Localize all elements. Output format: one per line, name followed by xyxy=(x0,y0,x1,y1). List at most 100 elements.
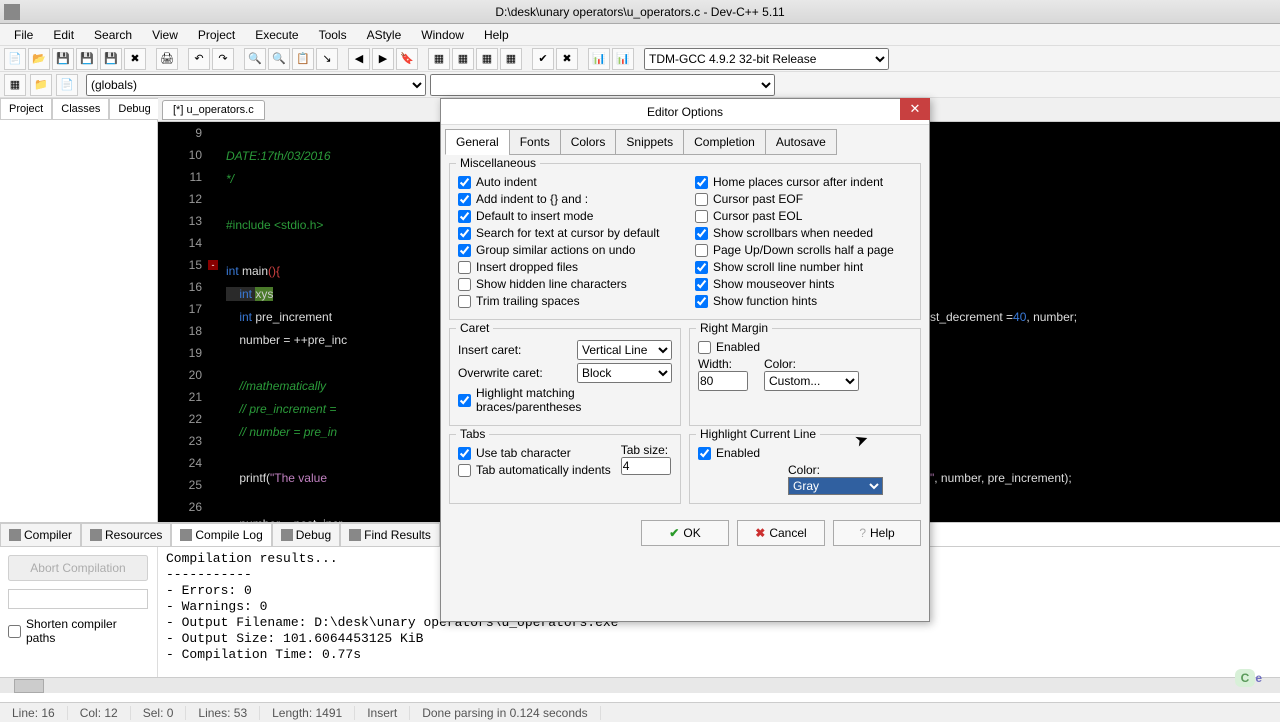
menu-astyle[interactable]: AStyle xyxy=(357,24,412,46)
t2-1-icon[interactable]: ▦ xyxy=(4,74,26,96)
misc-left-check-7[interactable]: Trim trailing spaces xyxy=(458,294,675,308)
save-icon[interactable]: 💾 xyxy=(52,48,74,70)
dlgtab-completion[interactable]: Completion xyxy=(683,129,766,155)
compiler-select[interactable]: TDM-GCC 4.9.2 32-bit Release xyxy=(644,48,889,70)
highlight-braces-check[interactable]: Highlight matching braces/parentheses xyxy=(458,386,672,414)
check-icon: ✔ xyxy=(669,526,679,540)
tab-debug[interactable]: Debug xyxy=(109,98,159,119)
menu-view[interactable]: View xyxy=(142,24,188,46)
shorten-paths-check[interactable]: Shorten compiler paths xyxy=(8,617,149,645)
btab-compilelog[interactable]: Compile Log xyxy=(171,523,271,547)
tab-auto-indent-check[interactable]: Tab automatically indents xyxy=(458,463,611,477)
misc-right-check-2[interactable]: Cursor past EOL xyxy=(695,209,912,223)
misc-right-check-0[interactable]: Home places cursor after indent xyxy=(695,175,912,189)
menu-search[interactable]: Search xyxy=(84,24,142,46)
tab-classes[interactable]: Classes xyxy=(52,98,109,119)
status-length: Length: 1491 xyxy=(260,706,355,720)
print-icon[interactable]: 🖨 xyxy=(156,48,178,70)
ok-button[interactable]: ✔OK xyxy=(641,520,729,546)
menu-execute[interactable]: Execute xyxy=(245,24,308,46)
editor-tab[interactable]: [*] u_operators.c xyxy=(162,100,265,120)
btab-resources[interactable]: Resources xyxy=(81,523,171,547)
menu-tools[interactable]: Tools xyxy=(309,24,357,46)
menu-window[interactable]: Window xyxy=(411,24,474,46)
stop-icon[interactable]: ✖ xyxy=(556,48,578,70)
tab-size-input[interactable] xyxy=(621,457,671,475)
tab-project[interactable]: Project xyxy=(0,98,52,119)
misc-right-check-5[interactable]: Show scroll line number hint xyxy=(695,260,912,274)
editor-options-dialog: Editor Options ✕ General Fonts Colors Sn… xyxy=(440,98,930,622)
misc-right-check-7[interactable]: Show function hints xyxy=(695,294,912,308)
margin-enabled-check[interactable]: Enabled xyxy=(698,340,912,354)
saveall-icon[interactable]: 💾 xyxy=(76,48,98,70)
misc-right-check-6[interactable]: Show mouseover hints xyxy=(695,277,912,291)
misc-left-check-5[interactable]: Insert dropped files xyxy=(458,260,675,274)
margin-width-input[interactable] xyxy=(698,371,748,391)
t2-2-icon[interactable]: 📁 xyxy=(30,74,52,96)
help-button[interactable]: ?Help xyxy=(833,520,921,546)
profile-icon[interactable]: 📊 xyxy=(588,48,610,70)
compilerun-icon[interactable]: ▦ xyxy=(476,48,498,70)
hilite-line-group: Highlight Current Line Enabled Color: Gr… xyxy=(689,434,921,504)
saveas-icon[interactable]: 💾 xyxy=(100,48,122,70)
compile-icon[interactable]: ▦ xyxy=(428,48,450,70)
dlgtab-colors[interactable]: Colors xyxy=(560,129,617,155)
debug-icon[interactable]: ✔ xyxy=(532,48,554,70)
margin-color-select[interactable]: Custom... xyxy=(764,371,859,391)
insert-caret-select[interactable]: Vertical Line xyxy=(577,340,672,360)
dlgtab-general[interactable]: General xyxy=(445,129,510,155)
misc-left-check-2[interactable]: Default to insert mode xyxy=(458,209,675,223)
globals-select[interactable]: (globals) xyxy=(86,74,426,96)
goto-icon[interactable]: ↘ xyxy=(316,48,338,70)
btab-compiler[interactable]: Compiler xyxy=(0,523,81,547)
toolbar-secondary: ▦ 📁 📄 (globals) xyxy=(0,72,1280,98)
misc-right-check-4[interactable]: Page Up/Down scrolls half a page xyxy=(695,243,912,257)
rebuild-icon[interactable]: ▦ xyxy=(500,48,522,70)
findfiles-icon[interactable]: 📋 xyxy=(292,48,314,70)
back-icon[interactable]: ◀ xyxy=(348,48,370,70)
close-icon[interactable]: ✖ xyxy=(124,48,146,70)
dlgtab-fonts[interactable]: Fonts xyxy=(509,129,561,155)
members-select[interactable] xyxy=(430,74,775,96)
menu-help[interactable]: Help xyxy=(474,24,519,46)
menu-project[interactable]: Project xyxy=(188,24,245,46)
app-icon xyxy=(4,4,20,20)
run-icon[interactable]: ▦ xyxy=(452,48,474,70)
use-tab-check[interactable]: Use tab character xyxy=(458,446,611,460)
fold-minus-icon[interactable]: - xyxy=(208,260,218,270)
find-icon[interactable]: 🔍 xyxy=(244,48,266,70)
replace-icon[interactable]: 🔍 xyxy=(268,48,290,70)
undo-icon[interactable]: ↶ xyxy=(188,48,210,70)
forward-icon[interactable]: ▶ xyxy=(372,48,394,70)
dlgtab-snippets[interactable]: Snippets xyxy=(615,129,684,155)
hilite-line-enabled-check[interactable]: Enabled xyxy=(698,446,912,460)
menu-file[interactable]: File xyxy=(4,24,43,46)
line-gutter: 91011121314151617181920212223242526 xyxy=(158,122,208,522)
t2-3-icon[interactable]: 📄 xyxy=(56,74,78,96)
btab-findresults[interactable]: Find Results xyxy=(340,523,440,547)
horizontal-scrollbar[interactable] xyxy=(0,677,1280,693)
toolbar-main: 📄 📂 💾 💾 💾 ✖ 🖨 ↶ ↷ 🔍 🔍 📋 ↘ ◀ ▶ 🔖 ▦ ▦ ▦ ▦ … xyxy=(0,46,1280,72)
misc-left-check-6[interactable]: Show hidden line characters xyxy=(458,277,675,291)
redo-icon[interactable]: ↷ xyxy=(212,48,234,70)
misc-left-check-3[interactable]: Search for text at cursor by default xyxy=(458,226,675,240)
misc-right-check-1[interactable]: Cursor past EOF xyxy=(695,192,912,206)
menubar: File Edit Search View Project Execute To… xyxy=(0,24,1280,46)
open-icon[interactable]: 📂 xyxy=(28,48,50,70)
cancel-button[interactable]: ✖Cancel xyxy=(737,520,825,546)
status-lines: Lines: 53 xyxy=(186,706,260,720)
profile2-icon[interactable]: 📊 xyxy=(612,48,634,70)
bookmark-icon[interactable]: 🔖 xyxy=(396,48,418,70)
dialog-close-button[interactable]: ✕ xyxy=(900,98,930,120)
btab-debug[interactable]: Debug xyxy=(272,523,340,547)
new-icon[interactable]: 📄 xyxy=(4,48,26,70)
misc-right-check-3[interactable]: Show scrollbars when needed xyxy=(695,226,912,240)
menu-edit[interactable]: Edit xyxy=(43,24,84,46)
dlgtab-autosave[interactable]: Autosave xyxy=(765,129,837,155)
misc-left-check-1[interactable]: Add indent to {} and : xyxy=(458,192,675,206)
abort-button[interactable]: Abort Compilation xyxy=(8,555,148,581)
misc-left-check-4[interactable]: Group similar actions on undo xyxy=(458,243,675,257)
misc-left-check-0[interactable]: Auto indent xyxy=(458,175,675,189)
hilite-color-select[interactable]: Gray xyxy=(788,477,883,495)
overwrite-caret-select[interactable]: Block xyxy=(577,363,672,383)
